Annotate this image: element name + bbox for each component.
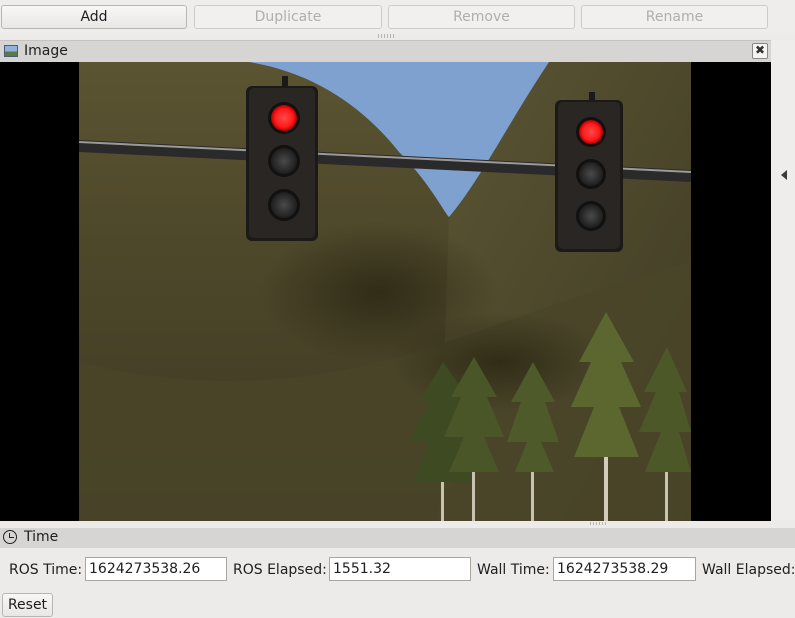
time-panel-title: Time: [24, 529, 59, 545]
wall-elapsed-label: Wall Elapsed:: [702, 562, 795, 578]
traffic-light-right: [555, 92, 623, 252]
collapse-arrow-icon[interactable]: [781, 170, 787, 180]
camera-image: [79, 62, 691, 521]
side-dock-strip: [771, 40, 795, 520]
rename-button[interactable]: Rename: [581, 5, 768, 29]
camera-scene: [79, 62, 691, 521]
image-panel-title: Image: [24, 43, 68, 59]
wall-time-field[interactable]: 1624273538.29: [553, 557, 696, 581]
ros-elapsed-field[interactable]: 1551.32: [329, 557, 471, 581]
add-button[interactable]: Add: [1, 5, 187, 29]
ros-time-label: ROS Time:: [9, 562, 83, 578]
wall-time-label: Wall Time:: [477, 562, 550, 578]
ros-time-field[interactable]: 1624273538.26: [85, 557, 227, 581]
duplicate-button[interactable]: Duplicate: [194, 5, 382, 29]
close-icon[interactable]: ✖: [752, 43, 768, 59]
display-toolbar: Add Duplicate Remove Rename: [0, 0, 795, 34]
clock-icon: [3, 530, 17, 544]
remove-button[interactable]: Remove: [388, 5, 575, 29]
reset-button[interactable]: Reset: [2, 593, 53, 617]
image-viewport: [0, 62, 771, 521]
ros-elapsed-label: ROS Elapsed:: [233, 562, 327, 578]
splitter-handle-bottom[interactable]: [590, 522, 606, 525]
traffic-light-left: [246, 76, 318, 241]
image-icon: [4, 45, 18, 57]
time-panel-header: Time: [0, 528, 795, 548]
image-panel-header: Image ✖: [0, 40, 771, 62]
splitter-handle[interactable]: [378, 34, 394, 38]
